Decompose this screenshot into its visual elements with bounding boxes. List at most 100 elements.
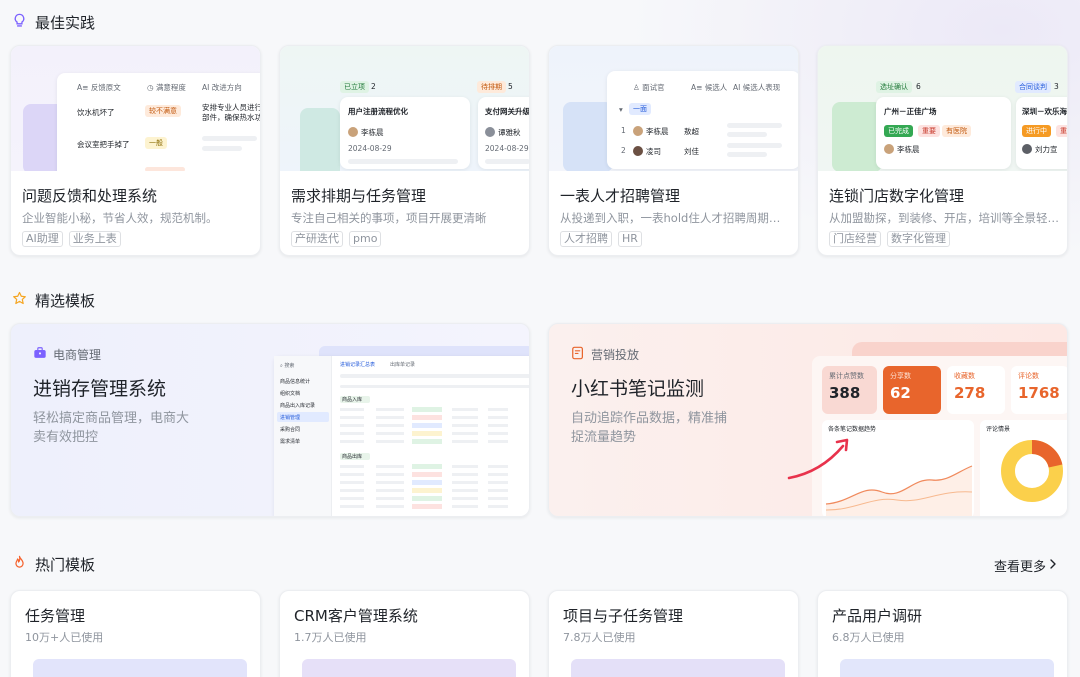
preview-row	[340, 472, 529, 478]
label-badge: 已完成	[884, 125, 913, 137]
stat-value: 388	[829, 384, 861, 402]
card-tags: 产研迭代 pmo	[291, 231, 382, 247]
preview-header: ♙ 面试官	[633, 83, 665, 92]
assignee: 李栋晨	[884, 144, 920, 155]
preview-cell: 饮水机坏了	[77, 108, 115, 117]
section-label: 精选模板	[35, 292, 96, 310]
preview-cell: 部件，确保热水功能	[202, 113, 260, 122]
preview-header: AI 改进方向	[202, 83, 242, 92]
template-preview	[33, 659, 247, 677]
group-label: 商品出库	[342, 454, 363, 460]
hot-template-card[interactable]: 产品用户调研 6.8万人已使用	[817, 590, 1068, 677]
see-more-link[interactable]: 查看更多	[994, 556, 1058, 575]
sheet-tab: 进销记录汇总表	[340, 362, 376, 368]
preview-header: A≡ 候选人	[691, 83, 728, 92]
preview-row	[340, 407, 529, 413]
card-description: 自动追踪作品数据，精准捕捉流量趋势	[571, 411, 728, 445]
stat-card: 累计点赞数 388	[822, 366, 877, 414]
usage-count: 1.7万人已使用	[294, 631, 367, 644]
status-count: 3	[1054, 82, 1059, 91]
sidebar-item: 商品出入库记录	[280, 403, 316, 409]
card-category: 电商管理	[33, 346, 101, 363]
status-badge: 选址确认	[876, 81, 912, 93]
avatar	[348, 127, 358, 137]
featured-card-xiaohongshu[interactable]: 营销投放 小红书笔记监测 自动追踪作品数据，精准捕捉流量趋势 累计点赞数 388…	[548, 323, 1068, 517]
card-tags: 门店经营 数字化管理	[829, 231, 950, 247]
card-description: 专注自己相关的事项，项目开展更清晰	[291, 211, 487, 225]
best-practice-card-stores[interactable]: 选址确认 6 合同谈判 3 广州－正佳广场 已完成 重要 有医院 李栋晨 深圳－…	[817, 45, 1068, 256]
section-title-featured: 精选模板	[12, 290, 95, 311]
tag: 业务上表	[68, 231, 121, 247]
task-card: 用户注册流程优化 李栋晨 2024-08-29	[340, 97, 470, 169]
hot-template-card[interactable]: CRM客户管理系统 1.7万人已使用	[279, 590, 530, 677]
card-title: 需求排期与任务管理	[291, 187, 427, 205]
group-toggle-icon[interactable]: ▾	[619, 105, 623, 114]
card-title: 小红书笔记监测	[571, 378, 705, 400]
avatar	[1022, 144, 1032, 154]
card-title: 任务管理	[25, 607, 86, 625]
see-more-label: 查看更多	[993, 560, 1046, 575]
toolbar-placeholder	[340, 374, 529, 378]
section-label: 热门模板	[35, 556, 96, 574]
interviewer: 凌司	[633, 146, 661, 157]
stat-card: 评论数 1768	[1011, 366, 1067, 414]
preview-row	[340, 439, 529, 445]
sheet-tab: 出库单记录	[390, 362, 416, 368]
template-preview	[302, 659, 516, 677]
stat-card: 分享数 62	[883, 366, 941, 414]
best-practice-card-requirements[interactable]: 已立项 2 待排期 5 用户注册流程优化 李栋晨 2024-08-29 支付网关…	[279, 45, 530, 256]
preview-spreadsheet: ⌕ 搜索 商品信息统计 组织文档 商品出入库记录 进销管理 采购合同 需求清单 …	[274, 356, 529, 516]
tag: 门店经营	[829, 231, 881, 247]
card-title: 一表人才招聘管理	[560, 187, 681, 205]
template-preview	[571, 659, 785, 677]
search-icon: ⌕ 搜索	[280, 363, 295, 369]
placeholder-bar	[348, 159, 458, 164]
preview-row	[340, 415, 529, 421]
store-card: 深圳－欢乐海岸 进行中 重 刘力宣	[1016, 97, 1067, 169]
label-badge: 有医院	[942, 125, 971, 137]
preview-sidebar: ⌕ 搜索 商品信息统计 组织文档 商品出入库记录 进销管理 采购合同 需求清单	[274, 356, 332, 516]
preview-decoration	[832, 102, 882, 171]
stat-label: 累计点赞数	[829, 372, 864, 380]
avatar	[633, 146, 643, 156]
placeholder-bar	[145, 167, 185, 171]
hot-template-card[interactable]: 任务管理 10万+人已使用	[10, 590, 261, 677]
label-badge: 进行中	[1022, 125, 1051, 137]
ring-panel: 评论情景	[980, 420, 1067, 516]
card-preview: A≡ 反馈原文 ◷ 满意程度 AI 改进方向 饮水机坏了 较不满意 安排专业人员…	[11, 46, 260, 171]
task-date: 2024-08-29	[485, 144, 529, 153]
preview-decoration	[563, 102, 613, 171]
stat-label: 评论数	[1018, 372, 1039, 380]
status-count: 6	[916, 82, 921, 91]
hot-template-card[interactable]: 项目与子任务管理 7.8万人已使用	[548, 590, 799, 677]
stat-card: 收藏数 278	[947, 366, 1005, 414]
sidebar-item: 需求清单	[280, 439, 301, 445]
preview-row	[340, 488, 529, 494]
featured-card-inventory[interactable]: 电商管理 进销存管理系统 轻松搞定商品管理，电商大卖有效把控 ⌕ 搜索 商品信息…	[10, 323, 530, 517]
category-label: 营销投放	[591, 348, 640, 362]
preview-table: ♙ 面试官 A≡ 候选人 AI 候选人表现 ▾ 一面 1 李栋晨 敖超 2 凌司…	[607, 71, 798, 169]
card-title: 产品用户调研	[832, 607, 923, 625]
task-title: 用户注册流程优化	[348, 107, 408, 116]
card-title: 进销存管理系统	[33, 378, 167, 400]
star-icon	[12, 291, 27, 310]
tag: AI助理	[22, 231, 63, 247]
status-count: 2	[371, 82, 376, 91]
stat-value: 1768	[1018, 384, 1060, 402]
best-practice-card-recruiting[interactable]: ♙ 面试官 A≡ 候选人 AI 候选人表现 ▾ 一面 1 李栋晨 敖超 2 凌司…	[548, 45, 799, 256]
arrow-icon	[787, 438, 849, 480]
assignee: 李栋晨	[348, 127, 384, 138]
avatar	[884, 144, 894, 154]
candidate: 敖超	[684, 127, 699, 136]
best-practice-card-feedback[interactable]: A≡ 反馈原文 ◷ 满意程度 AI 改进方向 饮水机坏了 较不满意 安排专业人员…	[10, 45, 261, 256]
placeholder-bar	[727, 143, 782, 148]
preview-header: A≡ 反馈原文	[77, 83, 121, 92]
placeholder-bar	[202, 136, 257, 141]
tag: 人才招聘	[560, 231, 612, 247]
label-badge: 重	[1056, 125, 1067, 137]
preview-header: AI 候选人表现	[733, 83, 781, 92]
group-label: 商品入库	[342, 397, 363, 403]
preview-row	[340, 504, 529, 510]
card-tags: 人才招聘 HR	[560, 231, 642, 247]
briefcase-icon	[33, 346, 47, 363]
